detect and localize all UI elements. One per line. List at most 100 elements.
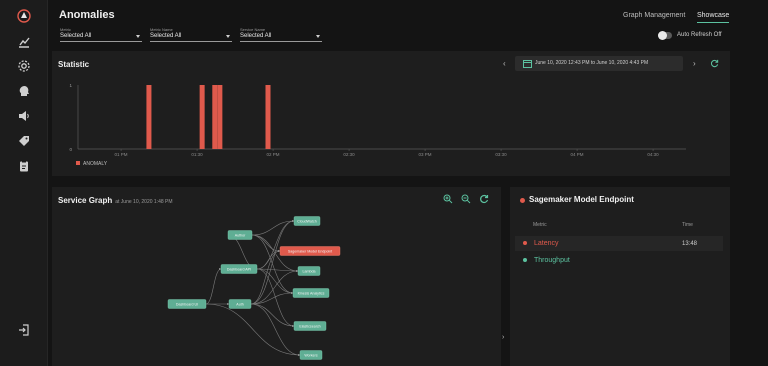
gear-icon[interactable] xyxy=(14,56,34,76)
graph-node-label: Workers xyxy=(304,354,318,358)
graph-edges xyxy=(205,219,301,357)
graph-node-elasticsearch[interactable]: Elasticsearch xyxy=(293,321,327,331)
chevron-down-icon xyxy=(316,35,320,38)
graph-node-dashboard-api[interactable]: Dashboard API xyxy=(220,264,258,274)
graph-node-kinesis[interactable]: Kinesis Analytics xyxy=(292,288,330,298)
chevron-down-icon xyxy=(136,35,140,38)
anomaly-bar[interactable] xyxy=(265,85,271,149)
x-tick-label: 02:30 xyxy=(343,152,355,157)
zoom-in-icon[interactable] xyxy=(443,194,453,204)
metric-column-header: Metric xyxy=(533,222,547,228)
time-column-header: Time xyxy=(682,222,693,228)
metric-name: Throughput xyxy=(534,257,570,264)
statistic-chart: 0 1 01 PM 01:30 02 PM 02:30 03 PM 03:30 04 PM 04:… xyxy=(69,83,686,167)
clipboard-icon[interactable] xyxy=(14,156,34,176)
chevron-left-icon[interactable]: ‹ xyxy=(503,59,506,68)
latency-dot xyxy=(523,241,527,245)
detail-panel xyxy=(510,187,730,366)
graph-node-label: Dashboard API xyxy=(227,268,251,272)
service-graph-canvas: Dashboard UI Dashboard API Author Auth Cloud… xyxy=(167,216,341,360)
tab-graph-management[interactable]: Graph Management xyxy=(623,12,685,19)
logout-icon[interactable] xyxy=(14,320,34,340)
x-tick-label: 03:30 xyxy=(495,152,507,157)
graph-node-cloudwatch[interactable]: CloudWatch xyxy=(293,216,321,226)
date-range-picker[interactable]: June 10, 2020 12:43 PM to June 10, 2020 … xyxy=(515,56,683,71)
graph-edge xyxy=(251,234,281,253)
refresh-icon[interactable] xyxy=(710,59,719,68)
metric-filter-label: Metric xyxy=(60,27,71,32)
graph-edge xyxy=(256,268,294,295)
graph-node-lambda[interactable]: Lambda xyxy=(297,266,321,276)
legend-label: ANOMALY xyxy=(83,161,108,167)
panel-expand-icon[interactable]: › xyxy=(502,334,504,341)
metric-name-filter-value: Selected All xyxy=(150,33,182,39)
calendar-icon xyxy=(523,60,532,68)
graph-node-label: Author xyxy=(235,234,246,238)
anomaly-bar[interactable] xyxy=(199,85,205,149)
graph-node-author[interactable]: Author xyxy=(227,230,253,240)
refresh-graph-icon[interactable] xyxy=(479,194,489,204)
graph-edge xyxy=(250,303,295,328)
tag-icon[interactable] xyxy=(14,131,34,151)
chevron-right-icon[interactable]: › xyxy=(693,59,696,68)
graph-edge xyxy=(250,291,294,305)
graph-edge xyxy=(205,267,222,305)
y-tick-label: 0 xyxy=(69,147,72,152)
tab-showcase[interactable]: Showcase xyxy=(697,12,730,23)
service-name-filter-value: Selected All xyxy=(240,33,272,39)
table-row[interactable]: Throughput xyxy=(515,253,723,268)
service-graph-title-text: Service Graph xyxy=(58,196,113,205)
service-name-filter-label: Service Name xyxy=(240,27,266,32)
logo-icon[interactable] xyxy=(14,6,34,26)
anomaly-bar[interactable] xyxy=(212,85,218,149)
date-range-text: June 10, 2020 12:43 PM to June 10, 2020 … xyxy=(535,60,649,66)
table-row[interactable]: Latency 13:48 xyxy=(515,236,723,251)
anomaly-bar[interactable] xyxy=(146,85,152,149)
toggle-knob xyxy=(658,31,667,40)
metric-name: Latency xyxy=(534,240,559,247)
graph-node-label: Dashboard UI xyxy=(176,303,198,307)
speaker-icon[interactable] xyxy=(14,106,34,126)
anomaly-bar[interactable] xyxy=(217,85,223,149)
service-name-filter[interactable]: Service Name Selected All xyxy=(240,27,322,42)
legend-swatch xyxy=(76,161,80,165)
graph-node-dashboard[interactable]: Dashboard UI xyxy=(167,299,207,309)
auto-refresh-toggle[interactable] xyxy=(658,31,672,40)
graph-node-label: Sagemaker Model Endpoint xyxy=(288,250,332,254)
throughput-dot xyxy=(523,258,527,262)
detail-panel-title: Sagemaker Model Endpoint xyxy=(529,195,634,204)
head-icon[interactable] xyxy=(14,81,34,101)
zoom-out-icon[interactable] xyxy=(461,194,471,204)
graph-node-label: Kinesis Analytics xyxy=(298,292,325,296)
metric-name-filter[interactable]: Metric Name Selected All xyxy=(150,27,232,42)
y-tick-label: 1 xyxy=(69,83,72,88)
chart-icon[interactable] xyxy=(14,32,34,52)
x-tick-label: 04:30 xyxy=(647,152,659,157)
sidebar xyxy=(0,0,48,366)
graph-edge xyxy=(251,234,294,295)
graph-edge xyxy=(256,268,295,328)
metric-filter-value: Selected All xyxy=(60,33,92,39)
graph-edge xyxy=(250,249,281,305)
graph-node-label: Auth xyxy=(236,303,243,307)
x-tick-label: 04 PM xyxy=(571,152,584,157)
metric-filter[interactable]: Metric Selected All xyxy=(60,27,142,42)
metric-time: 13:48 xyxy=(682,241,698,247)
graph-node-workers[interactable]: Workers xyxy=(299,350,323,360)
page-title: Anomalies xyxy=(59,9,115,21)
graph-node-auth[interactable]: Auth xyxy=(228,299,252,309)
status-dot xyxy=(520,198,525,203)
service-graph-title: Service Graph at June 10, 2020 1:48 PM xyxy=(58,196,173,205)
graph-edge xyxy=(227,233,258,270)
x-tick-label: 03 PM xyxy=(419,152,432,157)
metric-name-filter-label: Metric Name xyxy=(150,27,173,32)
graph-nodes: Dashboard UI Dashboard API Author Auth Cloud… xyxy=(167,216,341,360)
graph-edge xyxy=(256,219,295,270)
x-tick-label: 01:30 xyxy=(191,152,203,157)
x-tick-label: 02 PM xyxy=(267,152,280,157)
graph-node-label: CloudWatch xyxy=(297,220,316,224)
statistic-title: Statistic xyxy=(58,60,90,69)
graph-node-label: Lambda xyxy=(303,270,316,274)
graph-node-sagemaker[interactable]: Sagemaker Model Endpoint xyxy=(279,246,341,256)
chevron-down-icon xyxy=(226,35,230,38)
